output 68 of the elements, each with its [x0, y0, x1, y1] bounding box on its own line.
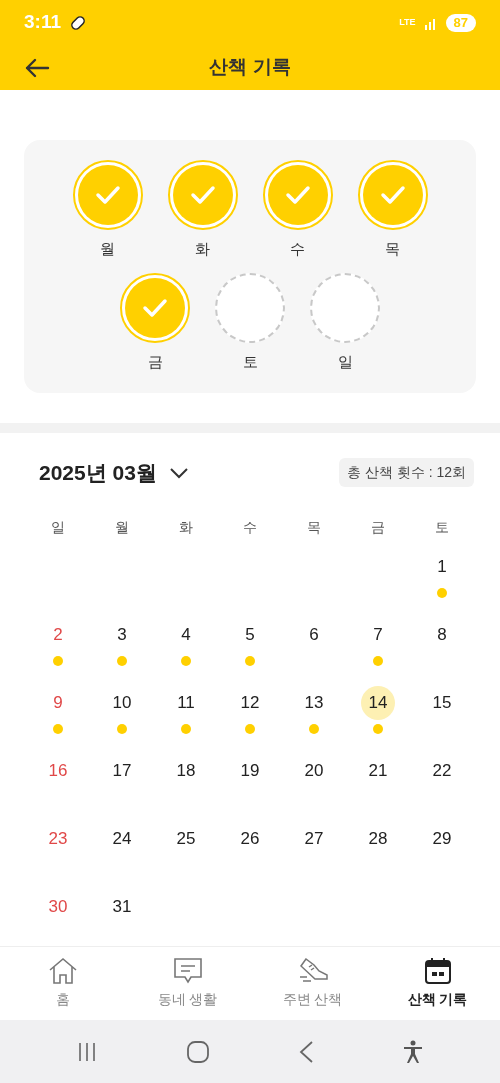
weekday-header: 목 [306, 517, 322, 537]
calendar-day[interactable]: 23 [41, 821, 75, 856]
accessibility-icon[interactable] [402, 1039, 424, 1064]
weekday-label: 월 [100, 239, 115, 259]
check-icon [379, 185, 406, 205]
nav-tab[interactable]: 주변 산책 [282, 989, 343, 1010]
check-icon [284, 185, 311, 205]
calendar-day[interactable]: 9 [41, 685, 75, 720]
calendar-day[interactable]: 19 [233, 753, 267, 788]
calendar-day[interactable]: 2 [41, 617, 75, 652]
weekday-label: 목 [385, 239, 400, 259]
calendar-day[interactable]: 8 [425, 617, 459, 652]
calendar-day[interactable]: 5 [233, 617, 267, 652]
back-nav-icon[interactable] [298, 1039, 314, 1064]
recent-apps-icon[interactable] [76, 1040, 98, 1063]
calendar-day[interactable]: 11 [169, 685, 203, 720]
weekday-label: 일 [337, 351, 353, 372]
calendar-day[interactable]: 17 [105, 753, 139, 788]
nav-tab[interactable]: 홈 [55, 989, 70, 1010]
calendar-day[interactable]: 3 [105, 617, 139, 652]
weekday-label: 화 [195, 239, 210, 259]
calendar-day[interactable]: 15 [425, 685, 459, 720]
calendar-day[interactable]: 24 [105, 821, 139, 856]
calendar-day[interactable]: 21 [361, 753, 395, 788]
calendar-day[interactable]: 4 [169, 617, 203, 652]
calendar-day[interactable]: 18 [169, 753, 203, 788]
calendar-day[interactable]: 20 [297, 753, 331, 788]
calendar-day[interactable]: 16 [41, 753, 75, 788]
nav-tab[interactable]: 동네 생활 [157, 989, 218, 1010]
calendar-day[interactable]: 7 [361, 617, 395, 652]
calendar-day[interactable]: 26 [233, 821, 267, 856]
weekday-header: 일 [50, 517, 66, 537]
check-icon [189, 185, 216, 205]
page-title: 산책 기록 [209, 55, 291, 80]
home-icon [47, 957, 78, 985]
calendar-day[interactable]: 12 [233, 685, 267, 720]
weekday-header: 토 [434, 517, 450, 537]
check-icon [94, 185, 121, 205]
weekday-label: 토 [242, 351, 258, 372]
check-icon [142, 297, 168, 318]
battery-badge: 87 [445, 13, 476, 32]
calendar-day[interactable]: 6 [297, 617, 331, 652]
weekday-header: 화 [178, 517, 194, 537]
calendar-icon [423, 957, 452, 985]
chevron-down-icon [168, 466, 189, 479]
clock: 3:11 [24, 10, 61, 35]
calendar-day[interactable]: 22 [425, 753, 459, 788]
calendar-day[interactable]: 10 [105, 685, 139, 720]
calendar-day[interactable]: 29 [425, 821, 459, 856]
calendar-day[interactable]: 28 [361, 821, 395, 856]
calendar-day[interactable]: 1 [425, 549, 459, 584]
calendar-day[interactable]: 25 [169, 821, 203, 856]
calendar-day[interactable]: 27 [297, 821, 331, 856]
calendar-day[interactable]: 13 [297, 685, 331, 720]
month-selector[interactable]: 2025년 03월 [39, 457, 189, 489]
weekday-header: 금 [370, 517, 386, 537]
chat-icon [172, 957, 203, 985]
weekday-label: 금 [147, 351, 163, 372]
network-label: LTE [399, 18, 416, 27]
nav-tab[interactable]: 산책 기록 [407, 989, 468, 1010]
weekday-label: 수 [290, 239, 305, 259]
home-button-icon[interactable] [186, 1039, 210, 1064]
weekday-header: 수 [242, 517, 258, 537]
calendar-day[interactable]: 30 [41, 889, 75, 924]
weekday-header: 월 [114, 517, 130, 537]
calendar-day[interactable]: 31 [105, 889, 139, 924]
total-walks-badge: 총 산책 횟수 : 12회 [338, 458, 474, 488]
calendar-day[interactable]: 14 [361, 685, 395, 720]
